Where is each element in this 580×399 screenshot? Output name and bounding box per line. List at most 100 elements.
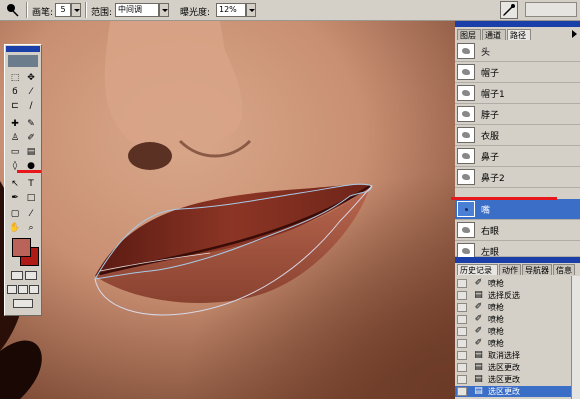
clone-stamp-tool-icon[interactable]: ♙ [8, 132, 22, 144]
magic-wand-tool-icon[interactable]: ⁄ [24, 86, 38, 98]
marquee-tool-icon[interactable]: ⬚ [8, 72, 22, 84]
zoom-tool-icon[interactable]: ⌕ [24, 222, 38, 234]
lasso-tool-icon[interactable]: ϭ [8, 86, 22, 98]
tab-history[interactable]: 历史记录 [457, 264, 498, 275]
path-item-selected[interactable]: 嘴 [455, 199, 580, 220]
airbrush-icon: ✐ [474, 302, 483, 312]
tab-layers[interactable]: 图层 [457, 29, 481, 40]
airbrush-icon: ✐ [474, 314, 483, 324]
history-brush-source-checkbox[interactable] [457, 291, 467, 300]
airbrush-toggle[interactable] [500, 1, 518, 19]
history-brush-source-checkbox[interactable] [457, 375, 467, 384]
slice-tool-icon[interactable]: ∕ [24, 100, 38, 112]
path-name: 嘴 [481, 206, 491, 216]
history-brush-source-checkbox[interactable] [457, 363, 467, 372]
pen-tool-icon[interactable]: ✒ [8, 192, 22, 204]
eyedropper-tool-icon[interactable]: ⁄ [24, 208, 38, 220]
history-state[interactable]: ✐ 喷枪 [455, 302, 580, 313]
exposure-label: 曝光度: [180, 8, 211, 18]
brush-dropdown-arrow[interactable] [71, 3, 81, 17]
gradient-tool-icon[interactable]: ▤ [24, 146, 38, 158]
history-state[interactable]: ✐ 喷枪 [455, 314, 580, 325]
history-palette-title-bar[interactable] [455, 257, 580, 263]
history-brush-source-checkbox[interactable] [457, 339, 467, 348]
history-state[interactable]: ▤ 选区更改 [455, 374, 580, 385]
document-icon: ▤ [474, 362, 483, 372]
exposure-input[interactable]: 12% [216, 3, 246, 17]
history-brush-source-checkbox[interactable] [457, 279, 467, 288]
history-state[interactable]: ▤ 取消选择 [455, 350, 580, 361]
path-item[interactable]: 帽子1 [455, 83, 580, 104]
path-item[interactable]: 鼻子 [455, 146, 580, 167]
brush-preset-picker[interactable]: 5 [55, 3, 71, 17]
path-select-tool-icon[interactable]: ↖ [8, 178, 22, 190]
path-item[interactable]: 头 [455, 41, 580, 62]
history-brush-source-checkbox[interactable] [457, 351, 467, 360]
path-name: 头 [481, 48, 491, 58]
eraser-tool-icon[interactable]: ▭ [8, 146, 22, 158]
notes-tool-icon[interactable]: ▢ [8, 208, 22, 220]
tab-info[interactable]: 信息 [553, 264, 575, 275]
range-select[interactable]: 中间调 [115, 3, 159, 17]
history-state[interactable]: ▤ 选区更改 [455, 362, 580, 373]
history-brush-source-checkbox[interactable] [457, 327, 467, 336]
annotation-underline-dodge-tool [17, 170, 41, 173]
palette-well[interactable] [525, 2, 577, 17]
jump-to-imageready-icon[interactable] [13, 299, 33, 308]
move-tool-icon[interactable]: ✥ [24, 72, 38, 84]
history-brush-source-checkbox[interactable] [457, 303, 467, 312]
healing-brush-tool-icon[interactable]: ✚ [8, 118, 22, 130]
brush-tool-icon[interactable]: ✎ [24, 118, 38, 130]
image-canvas[interactable] [0, 21, 455, 399]
screen-mode-full-icon[interactable] [29, 285, 39, 294]
crop-tool-icon[interactable]: ⊏ [8, 100, 22, 112]
path-thumbnail [457, 106, 475, 122]
annotation-underline-mouth-path [451, 197, 557, 200]
tab-paths[interactable]: 路径 [507, 29, 531, 40]
history-state-name: 喷枪 [488, 327, 504, 336]
hand-tool-icon[interactable]: ✋ [8, 222, 22, 234]
screen-mode-standard-icon[interactable] [7, 285, 17, 294]
history-brush-source-checkbox[interactable] [457, 387, 467, 396]
history-state-selected[interactable]: ▤ 选区更改 [455, 386, 571, 397]
right-panels: 图层 通道 路径 头 帽子 帽子1 脖子 衣服 鼻子 鼻子2 嘴 右眼 左眼 历… [455, 21, 580, 399]
history-state[interactable]: ✐ 喷枪 [455, 278, 580, 289]
history-state-name: 喷枪 [488, 339, 504, 348]
range-dropdown-arrow[interactable] [159, 3, 169, 17]
toolbox-title-bar[interactable] [6, 46, 40, 52]
palette-menu-arrow-icon[interactable] [572, 30, 577, 38]
path-thumbnail [457, 169, 475, 185]
portrait-image [0, 21, 455, 399]
standard-mode-icon[interactable] [11, 271, 23, 280]
quickmask-mode-icon[interactable] [25, 271, 37, 280]
type-tool-icon[interactable]: T [24, 178, 38, 190]
path-item[interactable]: 脖子 [455, 104, 580, 125]
history-brush-tool-icon[interactable]: ✐ [24, 132, 38, 144]
history-scrollbar[interactable] [571, 276, 580, 399]
path-item[interactable]: 左眼 [455, 241, 580, 259]
history-state[interactable]: ▤ 选择反选 [455, 290, 580, 301]
path-thumbnail [457, 85, 475, 101]
dodge-tool-icon[interactable] [6, 3, 20, 17]
history-state[interactable]: ✐ 喷枪 [455, 326, 580, 337]
paths-palette-title-bar[interactable] [455, 21, 580, 27]
history-state-name: 取消选择 [488, 351, 520, 360]
exposure-slider-arrow[interactable] [246, 3, 256, 17]
history-state-name: 选区更改 [488, 387, 520, 396]
document-icon: ▤ [474, 386, 483, 396]
path-item[interactable]: 右眼 [455, 220, 580, 241]
history-state-name: 选择反选 [488, 291, 520, 300]
shape-tool-icon[interactable]: □ [24, 192, 38, 204]
path-item[interactable]: 鼻子2 [455, 167, 580, 188]
brush-size-value: 5 [60, 5, 66, 14]
tab-navigator[interactable]: 导航器 [522, 264, 552, 275]
foreground-color-swatch[interactable] [12, 238, 31, 257]
tab-actions[interactable]: 动作 [499, 264, 521, 275]
path-item[interactable]: 帽子 [455, 62, 580, 83]
screen-mode-full-menu-icon[interactable] [18, 285, 28, 294]
history-brush-source-checkbox[interactable] [457, 315, 467, 324]
paths-palette-tabs: 图层 通道 路径 [455, 29, 580, 40]
history-state[interactable]: ✐ 喷枪 [455, 338, 580, 349]
path-item[interactable]: 衣服 [455, 125, 580, 146]
tab-channels[interactable]: 通道 [482, 29, 506, 40]
